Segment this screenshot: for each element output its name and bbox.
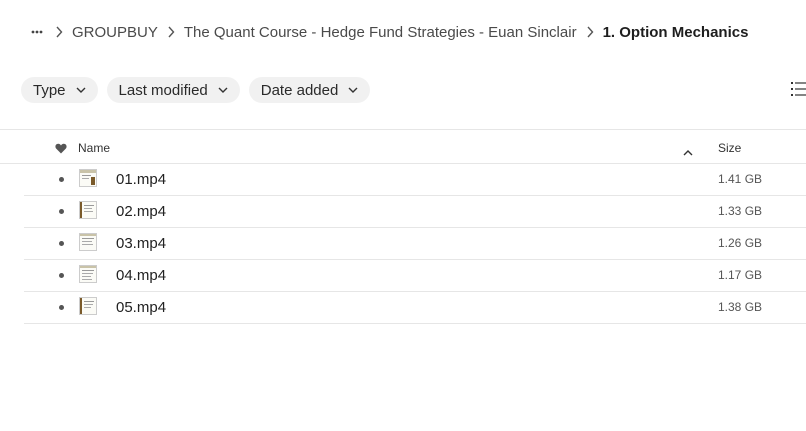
- header-divider-top: [0, 129, 806, 130]
- file-size: 1.26 GB: [718, 236, 763, 250]
- file-name[interactable]: 05.mp4: [116, 299, 166, 316]
- filter-last-modified-button[interactable]: Last modified: [106, 77, 240, 103]
- table-row[interactable]: 05.mp4 1.38 GB: [24, 291, 806, 324]
- chevron-down-icon: [348, 87, 358, 93]
- table-row[interactable]: 01.mp4 1.41 GB: [24, 163, 806, 196]
- filter-bar: Type Last modified Date added: [21, 77, 371, 103]
- chevron-down-icon: [76, 87, 86, 93]
- bullet-icon: [59, 209, 64, 214]
- column-header-name[interactable]: Name: [78, 141, 110, 155]
- chevron-right-icon: [577, 26, 603, 38]
- file-name[interactable]: 03.mp4: [116, 235, 166, 252]
- file-name[interactable]: 01.mp4: [116, 171, 166, 188]
- table-row[interactable]: 04.mp4 1.17 GB: [24, 259, 806, 292]
- table-header: Name Size: [0, 132, 806, 163]
- filter-date-added-button[interactable]: Date added: [248, 77, 371, 103]
- video-thumbnail-icon: [79, 169, 97, 187]
- bullet-icon: [59, 241, 64, 246]
- video-thumbnail-icon: [79, 265, 97, 283]
- file-size: 1.41 GB: [718, 172, 763, 186]
- file-name[interactable]: 04.mp4: [116, 267, 166, 284]
- bullet-icon: [59, 273, 64, 278]
- breadcrumb-item-groupbuy[interactable]: GROUPBUY: [72, 24, 158, 41]
- filter-date-added-label: Date added: [260, 81, 339, 99]
- list-view-icon[interactable]: [790, 80, 806, 103]
- file-size: 1.38 GB: [718, 300, 763, 314]
- breadcrumb: GROUPBUY The Quant Course - Hedge Fund S…: [28, 20, 748, 44]
- video-thumbnail-icon: [79, 201, 97, 219]
- chevron-right-icon: [158, 26, 184, 38]
- filter-last-modified-label: Last modified: [118, 81, 208, 99]
- breadcrumb-current-folder: 1. Option Mechanics: [602, 23, 749, 41]
- chevron-down-icon: [218, 87, 228, 93]
- video-thumbnail-icon: [79, 233, 97, 251]
- video-thumbnail-icon: [79, 297, 97, 315]
- sort-ascending-caret-icon[interactable]: [683, 143, 693, 161]
- file-name[interactable]: 02.mp4: [116, 203, 166, 220]
- heart-icon[interactable]: [55, 141, 67, 159]
- chevron-right-icon: [46, 26, 72, 38]
- breadcrumb-item-course[interactable]: The Quant Course - Hedge Fund Strategies…: [184, 24, 577, 41]
- filter-type-label: Type: [33, 81, 66, 99]
- ellipsis-icon[interactable]: [28, 22, 46, 42]
- file-size: 1.17 GB: [718, 268, 763, 282]
- file-size: 1.33 GB: [718, 204, 763, 218]
- table-row[interactable]: 03.mp4 1.26 GB: [24, 227, 806, 260]
- table-row[interactable]: 02.mp4 1.33 GB: [24, 195, 806, 228]
- column-header-size[interactable]: Size: [718, 141, 741, 155]
- bullet-icon: [59, 177, 64, 182]
- filter-type-button[interactable]: Type: [21, 77, 98, 103]
- bullet-icon: [59, 305, 64, 310]
